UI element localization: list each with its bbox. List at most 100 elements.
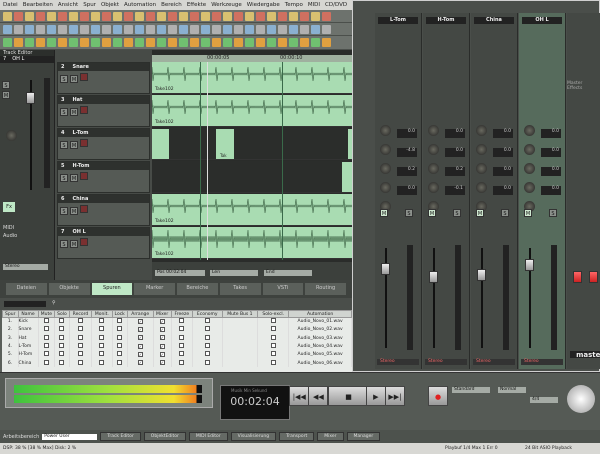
toolbar-icon[interactable]	[3, 11, 12, 21]
output-select[interactable]: Stereo	[377, 359, 419, 365]
workspace-button-objekteditor[interactable]: ObjektEditor	[143, 432, 186, 441]
checkbox[interactable]	[43, 334, 49, 340]
checkbox[interactable]	[77, 359, 83, 365]
checkbox[interactable]	[117, 318, 123, 324]
checkbox[interactable]	[204, 334, 210, 340]
play-button[interactable]: ▶	[365, 386, 386, 406]
rewind-start-button[interactable]: |◀◀	[289, 386, 310, 406]
record-button[interactable]	[80, 106, 88, 114]
toolbar-icon[interactable]	[201, 38, 210, 47]
checkbox[interactable]	[117, 343, 123, 349]
toolbar-icon[interactable]	[3, 24, 12, 34]
toolbar-icon[interactable]	[234, 24, 243, 34]
toolbar-icon[interactable]	[300, 24, 309, 34]
toolbar-icon[interactable]	[311, 24, 320, 34]
toolbar-icon[interactable]	[289, 24, 298, 34]
len-field[interactable]: Len	[210, 270, 258, 276]
toolbar-icon[interactable]	[91, 24, 100, 34]
eq-knob[interactable]	[380, 163, 391, 174]
checkbox[interactable]	[179, 326, 185, 332]
eq-knob[interactable]	[380, 182, 391, 193]
record-button[interactable]	[80, 172, 88, 180]
toolbar-icon[interactable]	[157, 24, 166, 34]
menu-item[interactable]: Bereich	[161, 2, 182, 8]
checkbox[interactable]	[179, 359, 185, 365]
toolbar-icon[interactable]	[102, 11, 111, 21]
toolbar-icon[interactable]	[91, 38, 100, 47]
toolbar-icon[interactable]	[190, 24, 199, 34]
toolbar-icon[interactable]	[80, 24, 89, 34]
solo-button[interactable]: S	[453, 209, 461, 217]
toolbar-icon[interactable]	[124, 24, 133, 34]
workspace-button-midi-editor[interactable]: MIDI Editor	[188, 432, 228, 441]
checkbox[interactable]: ✓	[137, 326, 143, 332]
channel-fader-handle[interactable]	[429, 271, 438, 283]
master-fader-handle[interactable]	[573, 271, 582, 283]
checkbox[interactable]: ✓	[137, 360, 143, 366]
track-lane[interactable]: Take102	[151, 194, 354, 226]
menu-item[interactable]: Spur	[83, 2, 96, 8]
mute-button[interactable]: M	[524, 209, 532, 217]
toolbar-icon[interactable]	[311, 38, 320, 47]
section-midi[interactable]: MIDI	[3, 225, 14, 231]
tab-bereiche[interactable]: Bereiche	[177, 283, 218, 295]
toolbar-icon[interactable]	[300, 38, 309, 47]
checkbox[interactable]	[59, 326, 65, 332]
toolbar-icon[interactable]	[278, 11, 287, 21]
toolbar-icon[interactable]	[223, 11, 232, 21]
checkbox[interactable]	[99, 359, 105, 365]
track-lane[interactable]: Take102	[151, 95, 354, 127]
menu-item[interactable]: MIDI	[308, 2, 320, 8]
eq-knob[interactable]	[476, 163, 487, 174]
toolbar-icon[interactable]	[58, 38, 67, 47]
solo-button[interactable]: S	[60, 75, 68, 83]
checkbox[interactable]	[179, 351, 185, 357]
toolbar-icon[interactable]	[223, 38, 232, 47]
solo-button[interactable]: S	[60, 141, 68, 149]
tab-dateien[interactable]: Dateien	[6, 283, 47, 295]
toolbar-icon[interactable]	[256, 11, 265, 21]
checkbox[interactable]	[43, 318, 49, 324]
jog-wheel[interactable]	[567, 385, 595, 413]
toolbar-icon[interactable]	[168, 11, 177, 21]
toolbar-icon[interactable]	[102, 24, 111, 34]
mode-select[interactable]: Stereo	[3, 264, 48, 270]
checkbox[interactable]	[270, 318, 276, 324]
toolbar-icon[interactable]	[322, 38, 331, 47]
menu-item[interactable]: Objekt	[101, 2, 119, 8]
solo-button[interactable]: S	[405, 209, 413, 217]
checkbox[interactable]: ✓	[137, 318, 143, 324]
toolbar-icon[interactable]	[267, 11, 276, 21]
checkbox[interactable]	[99, 334, 105, 340]
checkbox[interactable]	[270, 334, 276, 340]
toolbar-icon[interactable]	[300, 11, 309, 21]
track-header[interactable]: 3 Hat S M	[57, 95, 150, 127]
track-header[interactable]: 7 OH L SM	[57, 227, 150, 259]
toolbar-icon[interactable]	[47, 24, 56, 34]
menu-item[interactable]: Werkzeuge	[211, 2, 242, 8]
toolbar-icon[interactable]	[157, 11, 166, 21]
binoculars-icon[interactable]: ⚲	[52, 300, 56, 306]
eq-knob[interactable]	[476, 144, 487, 155]
track-lane[interactable]: Take102	[151, 62, 354, 94]
track-lane[interactable]: Take102	[151, 227, 354, 259]
solo-button[interactable]: S	[60, 108, 68, 116]
checkbox[interactable]	[43, 343, 49, 349]
checkbox[interactable]	[59, 334, 65, 340]
tab-spuren[interactable]: Spuren	[91, 283, 133, 295]
column-header[interactable]: Mute	[37, 310, 56, 318]
forward-end-button[interactable]: ▶▶|	[384, 386, 405, 406]
checkbox[interactable]	[59, 318, 65, 324]
output-select[interactable]: Stereo	[473, 359, 515, 365]
mute-button[interactable]: M	[2, 91, 10, 99]
eq-knob[interactable]	[428, 144, 439, 155]
checkbox[interactable]	[77, 334, 83, 340]
toolbar-icon[interactable]	[91, 11, 100, 21]
checkbox[interactable]	[43, 326, 49, 332]
column-header[interactable]: Solo	[54, 310, 70, 318]
checkbox[interactable]	[117, 351, 123, 357]
workspace-button-mixer[interactable]: Mixer	[317, 432, 344, 441]
toolbar-icon[interactable]	[113, 11, 122, 21]
column-header[interactable]: Lock	[111, 310, 128, 318]
toolbar-icon[interactable]	[212, 38, 221, 47]
